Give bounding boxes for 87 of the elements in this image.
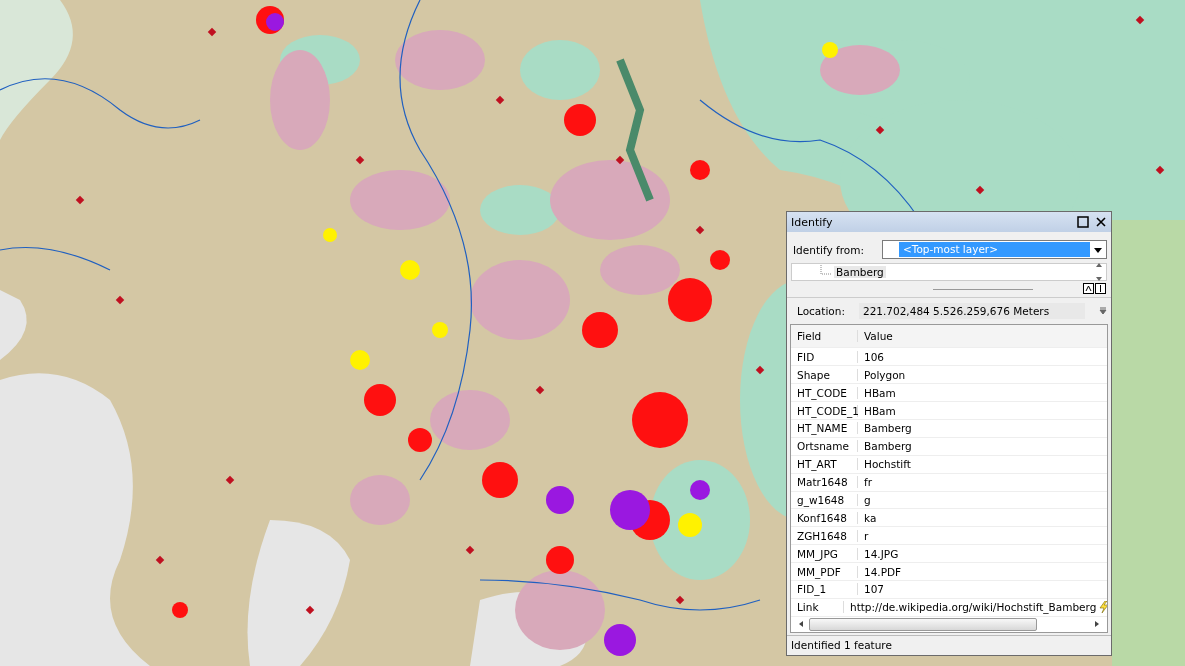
location-field: 221.702,484 5.526.259,676 Meters — [858, 303, 1085, 320]
territory-area — [546, 486, 574, 514]
scroll-left-icon[interactable] — [797, 620, 805, 629]
lightning-icon[interactable] — [1099, 601, 1107, 614]
field-cell: HT_CODE — [791, 386, 858, 399]
town-marker-icon — [1135, 15, 1145, 25]
town-marker-icon — [465, 545, 475, 555]
territory-area — [400, 260, 420, 280]
town-marker-icon — [695, 225, 705, 235]
territory-area — [690, 160, 710, 180]
field-cell: FID_1 — [791, 583, 858, 596]
value-cell-text: HBam — [863, 404, 896, 417]
town-marker-icon — [755, 365, 765, 375]
column-header[interactable]: Value — [858, 330, 893, 343]
territory-area — [172, 602, 188, 618]
value-cell-text: HBam — [863, 386, 896, 399]
territory-area — [323, 228, 337, 242]
field-cell: ZGH1648 — [791, 529, 858, 542]
town-marker-icon — [615, 155, 625, 165]
town-marker-icon — [207, 27, 217, 37]
town-marker-icon — [1155, 165, 1165, 175]
maximize-icon[interactable] — [1077, 216, 1089, 229]
territory-area — [364, 384, 396, 416]
territory-area — [678, 513, 702, 537]
territory-area — [350, 350, 370, 370]
field-cell: Matr1648 — [791, 476, 858, 489]
town-marker-icon — [305, 605, 315, 615]
tree-item[interactable]: Bamberg — [834, 266, 886, 279]
close-icon[interactable] — [1095, 216, 1107, 229]
territory-area — [582, 312, 618, 348]
value-cell-text: ka — [863, 511, 877, 524]
territory-area — [690, 480, 710, 500]
window-title: Identify — [791, 215, 834, 229]
territory-area — [408, 428, 432, 452]
field-cell: FID — [791, 350, 858, 363]
field-cell: Konf1648 — [791, 511, 858, 524]
territory-area — [546, 546, 574, 574]
territory-area — [604, 624, 636, 656]
town-marker-icon — [495, 95, 505, 105]
territory-area — [564, 104, 596, 136]
territory-area — [610, 490, 650, 530]
value-cell-text: 14.JPG — [863, 547, 899, 560]
field-cell: HT_CODE_1 — [791, 404, 858, 417]
territory-area — [632, 392, 688, 448]
value-cell-text: Polygon — [863, 368, 906, 381]
value-cell-text: r — [863, 529, 869, 542]
territory-area — [266, 13, 284, 31]
town-marker-icon — [675, 595, 685, 605]
value-cell-text: fr — [863, 476, 872, 489]
field-cell: HT_ART — [791, 458, 858, 471]
town-marker-icon — [155, 555, 165, 565]
link-value-cell[interactable]: http://de.wikipedia.org/wiki/Hochstift_Bamberg — [844, 601, 1097, 614]
field-cell: g_w1648 — [791, 494, 858, 506]
field-cell: MM_JPG — [791, 547, 858, 560]
town-marker-icon — [225, 475, 235, 485]
status-text: Identified 1 feature — [791, 639, 892, 652]
field-cell: Link — [791, 601, 844, 614]
territory-area — [432, 322, 448, 338]
value-cell-text: Bamberg — [863, 440, 912, 453]
town-marker-icon — [535, 385, 545, 395]
town-marker-icon — [875, 125, 885, 135]
town-marker-icon — [115, 295, 125, 305]
identify-from-label: Identify from: — [793, 243, 864, 256]
scroll-right-icon[interactable] — [1093, 620, 1101, 629]
territory-area — [482, 462, 518, 498]
scrollbar-thumb[interactable] — [809, 617, 1037, 631]
territory-area — [822, 42, 838, 58]
field-cell: Ortsname — [791, 440, 858, 453]
region-area — [0, 290, 27, 360]
column-header[interactable]: Field — [791, 330, 858, 343]
menu-arrow-icon[interactable] — [1099, 307, 1107, 316]
layout-toggle-icon[interactable] — [1083, 283, 1107, 296]
field-cell: HT_NAME — [791, 422, 858, 435]
town-marker-icon — [355, 155, 365, 165]
value-cell-text: g — [863, 494, 871, 506]
value-cell-text: Hochstift — [863, 458, 911, 471]
field-cell: MM_PDF — [791, 565, 858, 578]
location-label: Location: — [797, 305, 845, 318]
value-cell-text: 14.PDF — [863, 565, 902, 578]
value-cell-text: 106 — [863, 350, 885, 363]
town-marker-icon — [75, 195, 85, 205]
value-cell-text: Bamberg — [863, 422, 912, 435]
town-marker-icon — [975, 185, 985, 195]
territory-area — [668, 278, 712, 322]
value-cell-text: 107 — [863, 583, 885, 596]
territory-area — [710, 250, 730, 270]
field-cell: Shape — [791, 368, 858, 381]
